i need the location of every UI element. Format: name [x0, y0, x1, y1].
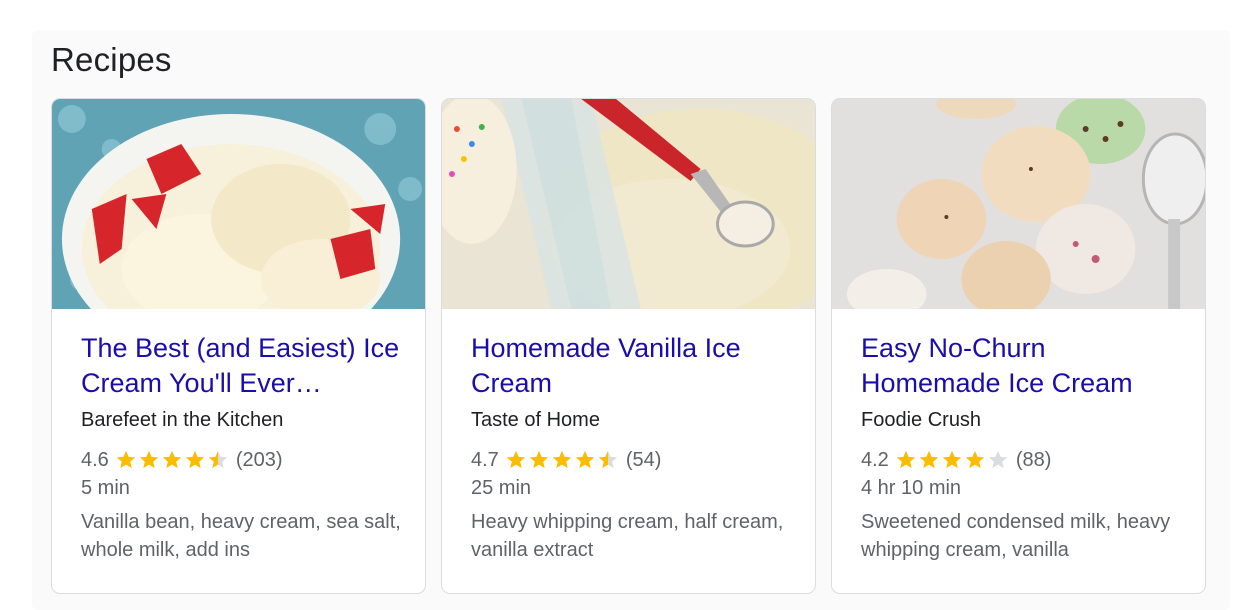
ingredients-list: Sweetened condensed milk, heavy whipping… [861, 511, 1171, 561]
recipe-card[interactable]: Easy No-Churn Homemade Ice Cream Foodie … [831, 98, 1206, 594]
star-filled-icon [185, 450, 204, 469]
review-count: (203) [235, 448, 283, 471]
recipe-title-link[interactable]: The Best (and Easiest) Ice Cream You'll … [81, 331, 405, 401]
star-filled-icon [139, 450, 158, 469]
star-filled-icon [552, 450, 571, 469]
star-filled-icon [116, 450, 135, 469]
rating-value: 4.6 [81, 448, 109, 471]
cook-time: 4 hr 10 min [861, 477, 962, 499]
star-filled-icon [529, 450, 548, 469]
recipe-image[interactable] [442, 99, 815, 309]
star-filled-icon [162, 450, 181, 469]
recipe-card[interactable]: The Best (and Easiest) Ice Cream You'll … [51, 98, 426, 594]
star-filled-icon [575, 450, 594, 469]
star-filled-icon [919, 450, 938, 469]
star-half-icon [208, 450, 227, 469]
review-count: (88) [1015, 448, 1052, 471]
star-filled-icon [965, 450, 984, 469]
recipe-image[interactable] [832, 99, 1205, 309]
rating-row: 4.6 (203) [81, 447, 405, 473]
rating-row: 4.7 (54) [471, 447, 795, 473]
ingredients-list: Vanilla bean, heavy cream, sea salt, who… [81, 511, 401, 561]
star-rating [895, 449, 1010, 471]
recipe-title-link[interactable]: Homemade Vanilla Ice Cream [471, 331, 795, 401]
recipe-title-link[interactable]: Easy No-Churn Homemade Ice Cream [861, 331, 1185, 401]
recipe-source: Barefeet in the Kitchen [81, 409, 284, 431]
cook-time: 5 min [81, 477, 130, 499]
star-half-icon [598, 450, 617, 469]
star-rating [115, 449, 230, 471]
section-heading: Recipes [51, 41, 172, 78]
recipe-image[interactable] [52, 99, 425, 309]
star-rating [505, 449, 620, 471]
star-filled-icon [896, 450, 915, 469]
star-filled-icon [942, 450, 961, 469]
ingredients-list: Heavy whipping cream, half cream, vanill… [471, 511, 784, 561]
star-filled-icon [506, 450, 525, 469]
rating-value: 4.7 [471, 448, 499, 471]
recipe-source: Foodie Crush [861, 409, 982, 431]
rating-row: 4.2 (88) [861, 447, 1185, 473]
review-count: (54) [625, 448, 662, 471]
cook-time: 25 min [471, 477, 532, 499]
rating-value: 4.2 [861, 448, 889, 471]
recipe-source: Taste of Home [471, 409, 600, 431]
star-empty-icon [988, 450, 1007, 469]
recipe-card[interactable]: Homemade Vanilla Ice Cream Taste of Home… [441, 98, 816, 594]
